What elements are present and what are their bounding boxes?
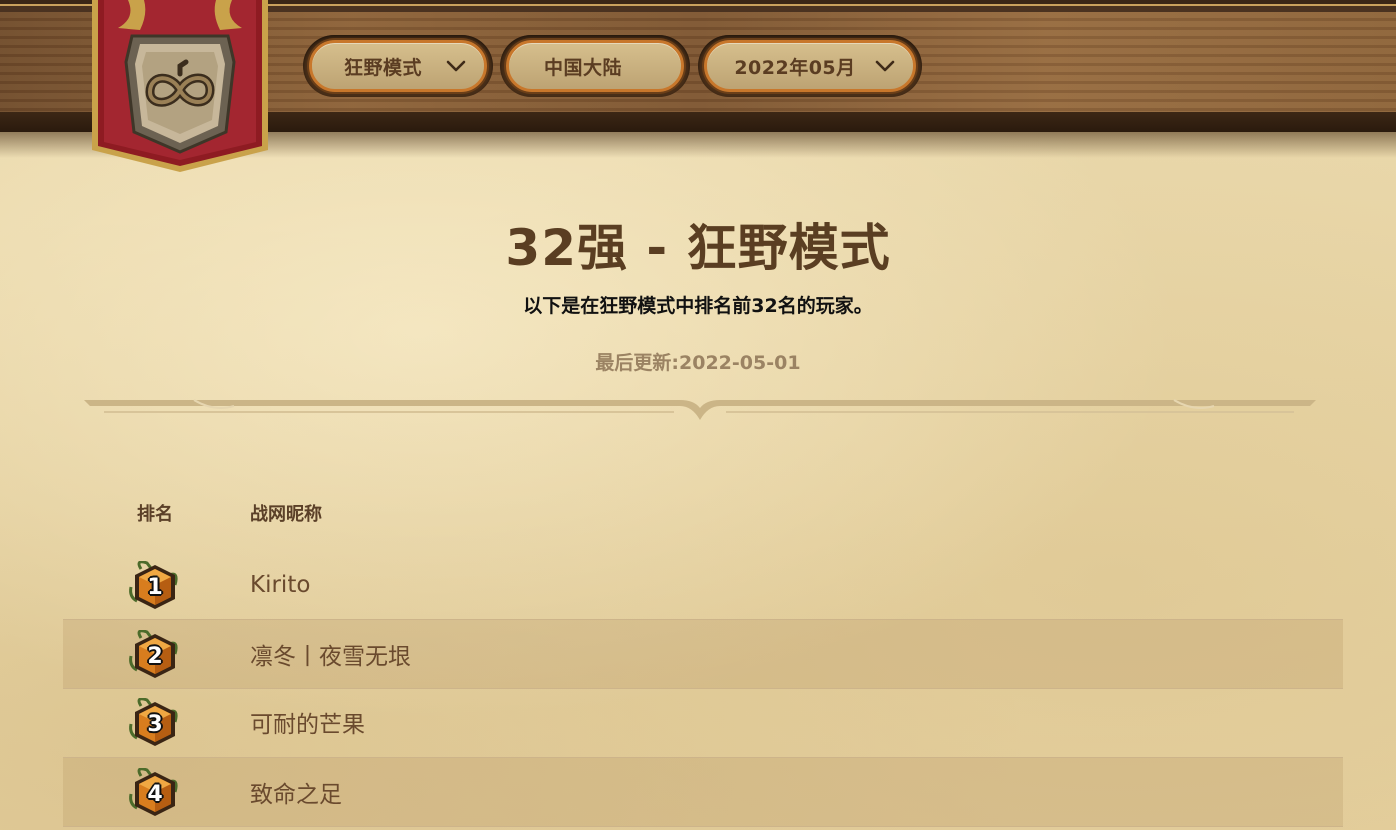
rank-number: 2	[147, 643, 163, 669]
chevron-down-icon	[446, 60, 466, 72]
mode-dropdown-label: 狂野模式	[343, 56, 422, 79]
month-dropdown-frame: 2022年05月	[698, 35, 922, 97]
rank-number: 1	[147, 574, 163, 600]
page-subtitle: 以下是在狂野模式中排名前32名的玩家。	[523, 295, 873, 317]
month-dropdown-label: 2022年05月	[734, 56, 856, 79]
page-title: 32强 - 狂野模式	[505, 219, 891, 277]
region-selector[interactable]: 中国大陆	[506, 40, 684, 92]
region-selector-label: 中国大陆	[543, 56, 622, 79]
rank-badge: 1	[127, 560, 183, 613]
mode-dropdown-frame: 狂野模式	[303, 35, 493, 97]
mode-dropdown[interactable]: 狂野模式	[309, 40, 487, 92]
month-dropdown[interactable]: 2022年05月	[704, 40, 916, 92]
player-name: 凛冬丨夜雪无垠	[250, 644, 411, 670]
region-dropdown-frame: 中国大陆	[500, 35, 690, 97]
table-row: 4 致命之足	[63, 757, 1343, 827]
last-updated-text: 最后更新:2022-05-01	[595, 352, 801, 374]
wild-infinity-emblem-icon	[92, 0, 268, 172]
ornamental-divider	[84, 399, 1316, 420]
chevron-down-icon	[875, 60, 895, 72]
wild-mode-banner	[88, 0, 272, 172]
rank-number: 4	[147, 781, 163, 807]
player-name: 可耐的芒果	[250, 712, 365, 738]
rank-column-header: 排名	[137, 504, 173, 525]
rank-badge: 3	[127, 697, 183, 750]
rank-badge: 2	[127, 629, 183, 682]
name-column-header: 战网昵称	[250, 504, 322, 525]
rank-number: 3	[147, 711, 163, 737]
table-row: 2 凛冬丨夜雪无垠	[63, 619, 1343, 689]
player-name: 致命之足	[250, 782, 342, 808]
player-name: Kirito	[250, 572, 311, 598]
rank-badge: 4	[127, 767, 183, 820]
table-row: 1 Kirito	[63, 551, 1343, 619]
table-row: 3 可耐的芒果	[63, 688, 1343, 756]
